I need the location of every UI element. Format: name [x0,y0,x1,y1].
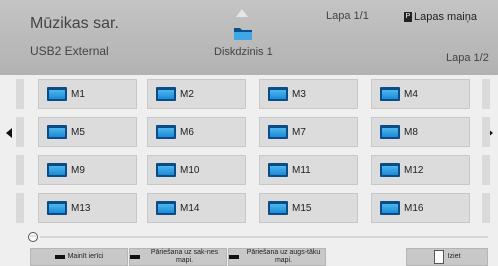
header-bar: Mūzikas sar. USB2 External Diskdzinis 1 … [0,0,498,75]
folder-label: M8 [404,126,418,138]
folder-icon [380,201,400,215]
folder-tile[interactable]: M14 [147,193,246,223]
change-device-button[interactable]: Mainīt ierīci [30,248,128,266]
page-title: Mūzikas sar. [30,15,119,32]
folder-tile[interactable]: M15 [259,193,358,223]
folder-icon [47,87,67,101]
folder-icon [156,201,176,215]
folder-tile[interactable]: M11 [259,155,358,185]
folder-icon [268,163,288,177]
folder-icon [47,163,67,177]
folder-label: M12 [404,164,424,176]
exit-label: Iziet [447,253,461,260]
folder-label: M11 [292,164,311,176]
prev-page-icon[interactable] [6,128,12,138]
exit-button[interactable]: Iziet [406,248,488,266]
side-strip [482,117,490,147]
folder-tile[interactable]: M10 [147,155,246,185]
go-up-label: Pāriešana uz augs-tāku mapi. [246,249,321,264]
folder-tile[interactable]: M3 [259,79,358,109]
folder-tile[interactable]: M1 [38,79,137,109]
folder-label: M10 [180,164,200,176]
folder-icon [156,125,176,139]
folder-tile[interactable]: M4 [371,79,470,109]
page-indicator-bottom: Lapa 1/2 [446,52,489,64]
folder-label: M1 [71,88,85,100]
folder-label: M15 [292,202,312,214]
folder-label: M16 [404,202,424,214]
folder-label: M7 [292,126,306,138]
folder-tile[interactable]: M2 [147,79,246,109]
go-root-button[interactable]: Pāriešana uz sak-nes mapi. [129,248,227,266]
folder-label: M9 [71,164,85,176]
folder-tile[interactable]: M6 [147,117,246,147]
side-strip [16,193,24,223]
page-key-icon: P [404,12,412,22]
scrollbar[interactable] [40,236,488,238]
device-name: USB2 External [30,44,109,58]
change-device-label: Mainīt ierīci [67,253,104,260]
folder-icon [268,201,288,215]
folder-icon [47,125,67,139]
disk-label: Diskdzinis 1 [214,46,273,58]
side-strip [482,79,490,109]
folder-tile[interactable]: M5 [38,117,137,147]
folder-label: M5 [71,126,85,138]
side-strip [16,117,24,147]
folder-icon [268,87,288,101]
folder-label: M6 [180,126,194,138]
folder-tile[interactable]: M16 [371,193,470,223]
side-strip [482,155,490,185]
side-strip [16,155,24,185]
folder-label: M3 [292,88,306,100]
go-root-label: Pāriešana uz sak-nes mapi. [150,249,219,264]
folder-icon [380,87,400,101]
go-up-button[interactable]: Pāriešana uz augs-tāku mapi. [228,248,326,266]
color-key-icon [54,255,65,259]
folder-icon [156,87,176,101]
folder-icon [234,28,252,40]
folder-icon [47,201,67,215]
folder-icon [380,125,400,139]
folder-label: M13 [71,202,91,214]
page-indicator-top: Lapa 1/1 [326,10,369,22]
scroll-icon: ⋯ [28,232,38,242]
folder-label: M2 [180,88,194,100]
folder-tile[interactable]: M12 [371,155,470,185]
folder-icon [268,125,288,139]
up-arrow-icon[interactable] [236,9,248,17]
folder-tile[interactable]: M8 [371,117,470,147]
folder-label: M4 [404,88,418,100]
page-change-hint: P Lapas maiņa [404,11,477,23]
folder-tile[interactable]: M9 [38,155,137,185]
side-strip [482,193,490,223]
color-key-icon [130,255,140,259]
exit-icon [433,250,444,264]
folder-tile[interactable]: M7 [259,117,358,147]
side-strip [16,79,24,109]
folder-icon [380,163,400,177]
color-key-icon [229,255,239,259]
folder-label: M14 [180,202,200,214]
folder-icon [156,163,176,177]
page-change-label: Lapas maiņa [414,11,477,23]
folder-tile[interactable]: M13 [38,193,137,223]
